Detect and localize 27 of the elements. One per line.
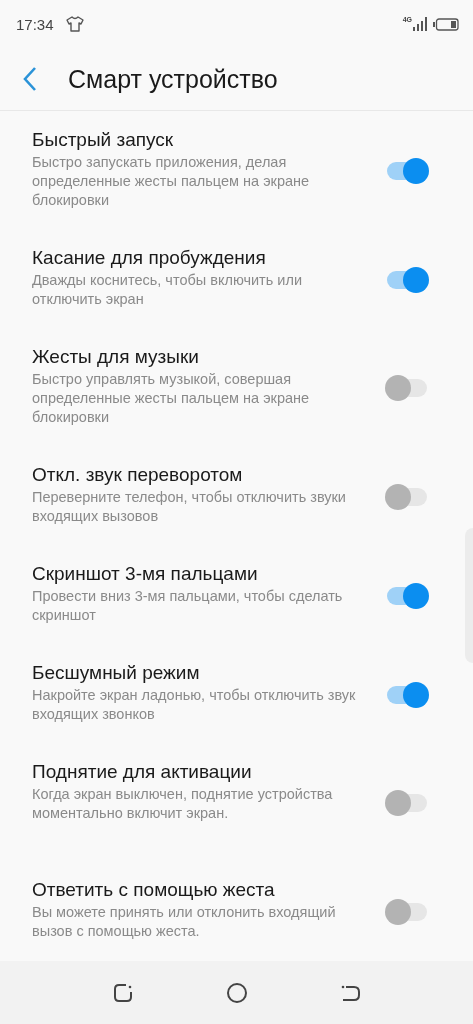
- setting-description: Провести вниз 3-мя пальцами, чтобы сделать скриншот: [32, 587, 344, 625]
- clock: 17:34: [16, 15, 54, 33]
- setting-description: Быстро запускать приложения, делая определенные жесты пальцем на экране блокировки: [32, 153, 311, 210]
- page-title: Смарт устройство: [68, 64, 278, 94]
- setting-description: Накройте экран ладонью, чтобы отключить звук входящих звонков: [32, 686, 357, 724]
- back-button[interactable]: [22, 66, 38, 92]
- setting-description: Вы можете принять или отклонить входящий вызов с помощью жеста.: [32, 903, 337, 941]
- toggle-switch[interactable]: [385, 788, 429, 818]
- toggle-switch[interactable]: [385, 156, 429, 186]
- setting-title: Поднятие для активации: [32, 760, 253, 784]
- setting-title: Бесшумный режим: [32, 661, 201, 685]
- setting-title: Касание для пробуждения: [32, 246, 267, 270]
- setting-title: Скриншот 3-мя пальцами: [32, 562, 259, 586]
- setting-title: Откл. звук переворотом: [32, 463, 244, 487]
- home-button[interactable]: [225, 981, 248, 1004]
- setting-title: Ответить с помощью жеста: [32, 878, 276, 902]
- setting-title: Быстрый запуск: [32, 128, 175, 152]
- signal-icon: [413, 17, 427, 31]
- recents-button[interactable]: [111, 981, 134, 1004]
- setting-description: Быстро управлять музыкой, совершая определенные жесты пальцем на экране блокировки: [32, 370, 311, 427]
- shirt-icon: [65, 16, 84, 32]
- setting-description: Переверните телефон, чтобы отключить звуки входящих вызовов: [32, 488, 347, 526]
- setting-description: Дважды коснитесь, чтобы включить или отключить экран: [32, 271, 303, 309]
- setting-description: Когда экран выключен, поднятие устройства моментально включит экран.: [32, 785, 334, 823]
- toggle-switch[interactable]: [385, 373, 429, 403]
- battery-icon: [433, 17, 459, 31]
- setting-title: Жесты для музыки: [32, 345, 200, 369]
